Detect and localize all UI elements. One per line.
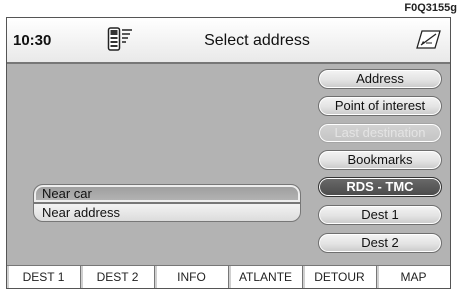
bottom-dest1-button[interactable]: DEST 1 — [7, 266, 81, 288]
near-car-option[interactable]: Near car — [33, 184, 301, 203]
bottom-info-button[interactable]: INFO — [155, 266, 229, 288]
point-of-interest-button[interactable]: Point of interest — [318, 96, 442, 116]
phone-signal-icon — [107, 27, 132, 51]
bottom-map-button[interactable]: MAP — [377, 266, 450, 288]
address-button[interactable]: Address — [318, 69, 442, 89]
figure-code: F0Q3155g — [404, 2, 457, 14]
last-destination-button[interactable]: Last destination — [318, 123, 442, 143]
bottom-atlante-button[interactable]: ATLANTE — [229, 266, 303, 288]
bookmarks-button[interactable]: Bookmarks — [318, 150, 442, 170]
edit-pen-icon[interactable] — [414, 26, 442, 52]
navigation-screen: 10:30 Select address Address Point of in… — [6, 17, 451, 289]
bottom-dest2-button[interactable]: DEST 2 — [81, 266, 155, 288]
clock-time: 10:30 — [13, 32, 52, 49]
bottom-bar: DEST 1 DEST 2 INFO ATLANTE DETOUR MAP — [7, 265, 450, 288]
dest2-button[interactable]: Dest 2 — [318, 233, 442, 253]
dest1-button[interactable]: Dest 1 — [318, 205, 442, 225]
header-bar: 10:30 Select address — [7, 18, 450, 64]
rds-tmc-button[interactable]: RDS - TMC — [318, 177, 442, 197]
near-address-option[interactable]: Near address — [33, 203, 301, 222]
screen-title: Select address — [204, 32, 310, 49]
bottom-detour-button[interactable]: DETOUR — [303, 266, 377, 288]
